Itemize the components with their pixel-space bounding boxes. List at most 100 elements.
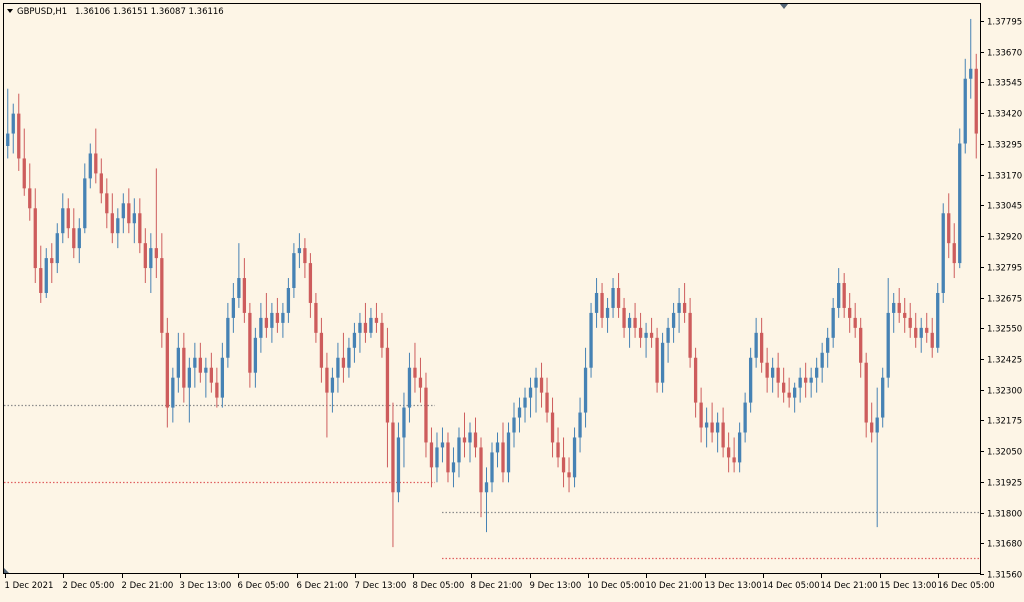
candle-body: [61, 208, 65, 234]
candle-body: [853, 317, 857, 328]
candle-body: [396, 437, 401, 493]
candle: [567, 457, 571, 493]
triangle-down-icon[interactable]: [7, 9, 13, 13]
candle-body: [319, 332, 324, 368]
price-chart[interactable]: GBPUSD,H1 1.36106 1.36151 1.36087 1.3611…: [0, 0, 1024, 598]
candle: [187, 357, 191, 423]
candle-body: [231, 297, 236, 318]
candle: [303, 238, 307, 279]
candle: [517, 397, 522, 433]
candle: [468, 422, 472, 463]
candle-body: [765, 362, 769, 378]
candle-body: [638, 327, 643, 338]
candle: [787, 377, 791, 408]
y-tick-label: 1.31800: [987, 510, 1022, 520]
candle-body: [787, 392, 791, 398]
candle-body: [264, 317, 269, 328]
candle: [99, 158, 103, 204]
candle-body: [484, 482, 489, 493]
candle-body: [358, 322, 362, 333]
candle-body: [325, 367, 329, 393]
candle-body: [391, 422, 395, 493]
candle-body: [182, 347, 186, 388]
candle-body: [512, 417, 516, 433]
candle: [220, 342, 225, 408]
x-tick-label: 3 Dec 13:00: [180, 581, 232, 591]
y-tick-label: 1.32920: [987, 233, 1022, 243]
candle: [644, 322, 648, 358]
candle-body: [149, 248, 153, 269]
candle-body: [176, 347, 180, 378]
candle: [33, 188, 37, 284]
candle: [556, 427, 560, 468]
candle-body: [66, 208, 70, 229]
candle-body: [528, 387, 533, 398]
candle: [512, 402, 516, 448]
candle: [501, 422, 505, 483]
candle-body: [187, 367, 191, 388]
candle: [94, 128, 98, 184]
candle-body: [583, 367, 588, 413]
candle: [253, 327, 258, 388]
candle: [837, 268, 841, 318]
candle: [281, 302, 285, 338]
candle-body: [105, 193, 109, 214]
candle: [748, 347, 753, 413]
y-tick-label: 1.31560: [987, 571, 1022, 581]
candle-body: [132, 213, 136, 224]
candle-body: [424, 387, 428, 443]
candle: [154, 168, 158, 279]
candle-body: [435, 447, 439, 468]
x-tick-label: 6 Dec 05:00: [238, 581, 290, 591]
candle: [297, 233, 302, 269]
x-tick-label: 10 Dec 05:00: [588, 581, 645, 591]
candle: [451, 447, 456, 488]
candle-body: [286, 288, 291, 313]
candle-body: [242, 278, 247, 313]
candle-body: [138, 213, 142, 244]
candle: [732, 437, 736, 473]
candle: [473, 417, 478, 458]
y-tick-label: 1.33045: [987, 202, 1022, 212]
candle-body: [50, 258, 54, 264]
candle: [881, 367, 885, 428]
candle-body: [193, 357, 197, 368]
candle-body: [204, 367, 208, 373]
candle-body: [28, 188, 32, 209]
candle: [457, 427, 461, 478]
candle: [737, 422, 742, 473]
candle-body: [308, 263, 313, 303]
candle: [325, 352, 329, 438]
candle: [242, 258, 247, 323]
y-tick-label: 1.37795: [987, 18, 1022, 28]
candle: [842, 273, 846, 318]
ohlc-readout: 1.36106 1.36151 1.36087 1.36116: [75, 7, 224, 17]
candle: [171, 367, 175, 423]
y-tick-label: 1.32675: [987, 295, 1022, 305]
candle-body: [886, 312, 890, 378]
candle-body: [616, 288, 621, 308]
candle: [721, 407, 725, 458]
candle: [649, 317, 654, 348]
candle: [121, 193, 125, 234]
x-tick-label: 9 Dec 13:00: [530, 581, 582, 591]
candle-body: [259, 317, 263, 338]
candle: [699, 387, 703, 443]
candle: [743, 392, 747, 443]
candle-body: [341, 357, 346, 368]
candle-body: [44, 258, 48, 293]
candle-body: [936, 292, 940, 348]
candle: [523, 387, 527, 423]
candle: [682, 283, 687, 323]
candle-body: [875, 417, 879, 433]
candle-body: [947, 213, 951, 244]
x-tick-label: 14 Dec 21:00: [821, 581, 878, 591]
candle-body: [517, 407, 522, 418]
candle: [402, 392, 406, 468]
candle: [688, 297, 692, 368]
chart-shift-marker-icon[interactable]: [780, 4, 788, 9]
candle-body: [198, 357, 203, 373]
candle: [781, 367, 786, 403]
candle: [947, 193, 951, 259]
candle-body: [154, 248, 158, 259]
